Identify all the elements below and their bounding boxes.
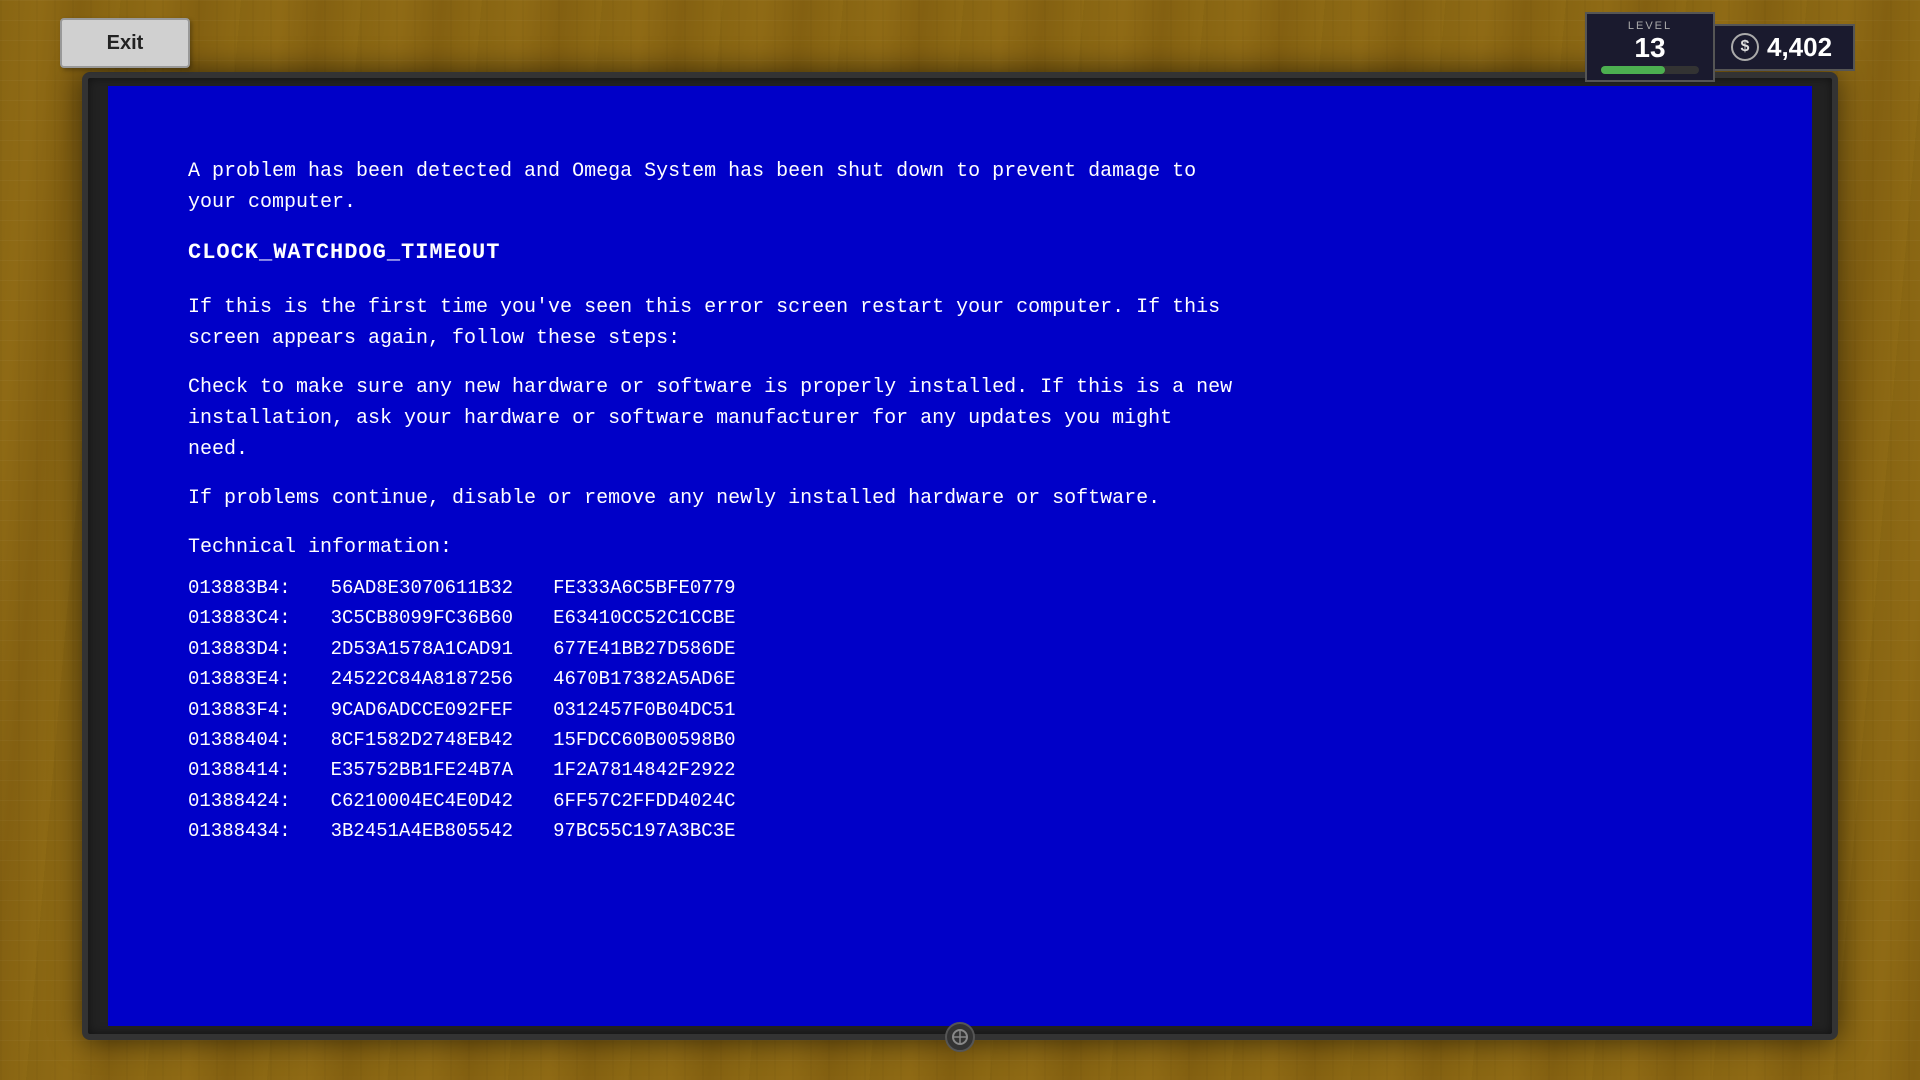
- hex-val1: 56AD8E3070611B32: [331, 573, 513, 603]
- hex-val1: 8CF1582D2748EB42: [331, 725, 513, 755]
- monitor-logo: [945, 1022, 975, 1052]
- hex-val2: 1F2A7814842F2922: [553, 755, 735, 785]
- hex-row: 01388404: 8CF1582D2748EB42 15FDCC60B00598B…: [188, 725, 1732, 755]
- hex-val1: C6210004EC4E0D42: [331, 786, 513, 816]
- hex-val1: 24522C84A8187256: [331, 664, 513, 694]
- level-bar-container: [1601, 66, 1699, 74]
- hex-val2: 6FF57C2FFDD4024C: [553, 786, 735, 816]
- hex-row: 013883D4: 2D53A1578A1CAD91 677E41BB27D586D…: [188, 634, 1732, 664]
- monitor-frame: A problem has been detected and Omega Sy…: [82, 72, 1838, 1040]
- hex-addr: 013883F4:: [188, 695, 291, 725]
- hex-row: 01388414: E35752BB1FE24B7A 1F2A7814842F292…: [188, 755, 1732, 785]
- hex-addr: 013883E4:: [188, 664, 291, 694]
- hex-row: 01388424: C6210004EC4E0D42 6FF57C2FFDD4024…: [188, 786, 1732, 816]
- hex-val2: E63410CC52C1CCBE: [553, 603, 735, 633]
- hex-row: 013883E4: 24522C84A8187256 4670B17382A5AD6…: [188, 664, 1732, 694]
- hex-val1: 3B2451A4EB805542: [331, 816, 513, 846]
- hex-addr: 01388414:: [188, 755, 291, 785]
- monitor-logo-icon: [951, 1028, 969, 1046]
- hex-addr: 01388434:: [188, 816, 291, 846]
- hex-val2: FE333A6C5BFE0779: [553, 573, 735, 603]
- money-box: $ 4,402: [1715, 24, 1855, 71]
- dollar-icon: $: [1731, 33, 1759, 61]
- hex-row: 013883B4: 56AD8E3070611B32 FE333A6C5BFE077…: [188, 573, 1732, 603]
- hex-addr: 013883B4:: [188, 573, 291, 603]
- hex-val2: 15FDCC60B00598B0: [553, 725, 735, 755]
- bsod-line3: Check to make sure any new hardware or s…: [188, 372, 1732, 465]
- money-amount: 4,402: [1767, 32, 1832, 63]
- hex-row: 013883F4: 9CAD6ADCCE092FEF 0312457F0B04DC5…: [188, 695, 1732, 725]
- level-label: LEVEL: [1628, 20, 1672, 32]
- bsod-line4: If problems continue, disable or remove …: [188, 483, 1732, 514]
- hex-val2: 677E41BB27D586DE: [553, 634, 735, 664]
- level-bar: [1601, 66, 1665, 74]
- hex-addr: 013883C4:: [188, 603, 291, 633]
- hex-val1: E35752BB1FE24B7A: [331, 755, 513, 785]
- bsod-line1: A problem has been detected and Omega Sy…: [188, 156, 1732, 218]
- bsod-line2: If this is the first time you've seen th…: [188, 292, 1732, 354]
- tech-info-label: Technical information:: [188, 532, 1732, 563]
- hex-val2: 97BC55C197A3BC3E: [553, 816, 735, 846]
- hex-addr: 01388424:: [188, 786, 291, 816]
- hex-row: 013883C4: 3C5CB8099FC36B60 E63410CC52C1CCB…: [188, 603, 1732, 633]
- hex-addr: 013883D4:: [188, 634, 291, 664]
- exit-button[interactable]: Exit: [60, 18, 190, 68]
- level-number: 13: [1634, 32, 1665, 64]
- hex-val2: 4670B17382A5AD6E: [553, 664, 735, 694]
- hex-val2: 0312457F0B04DC51: [553, 695, 735, 725]
- hud: LEVEL 13 $ 4,402: [1585, 12, 1855, 82]
- hex-val1: 2D53A1578A1CAD91: [331, 634, 513, 664]
- hex-val1: 3C5CB8099FC36B60: [331, 603, 513, 633]
- bsod-error-code: CLOCK_WATCHDOG_TIMEOUT: [188, 236, 1732, 270]
- level-box: LEVEL 13: [1585, 12, 1715, 82]
- hex-rows: 013883B4: 56AD8E3070611B32 FE333A6C5BFE077…: [188, 573, 1732, 847]
- hex-addr: 01388404:: [188, 725, 291, 755]
- hex-row: 01388434: 3B2451A4EB805542 97BC55C197A3BC3…: [188, 816, 1732, 846]
- hex-val1: 9CAD6ADCCE092FEF: [331, 695, 513, 725]
- tech-info: Technical information: 013883B4: 56AD8E30…: [188, 532, 1732, 847]
- bsod-screen: A problem has been detected and Omega Sy…: [108, 86, 1812, 1026]
